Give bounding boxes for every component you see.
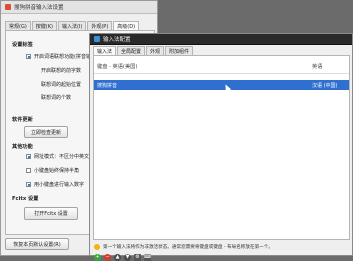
move-down-icon[interactable]: ▼ — [124, 254, 131, 261]
check-update-button[interactable]: 立即检查更新 — [24, 126, 68, 138]
option-url-mode[interactable]: 网址模式：不区分中英文 — [26, 153, 89, 160]
option-numpad-halfwidth[interactable]: 小键盘始终保持半角 — [26, 167, 79, 174]
hint-text: 第一个输入法将作为非激活状态。通常您需要将键盘或键盘 - 布局名称放在第一个。 — [103, 245, 273, 250]
option-association-start: 开启联想的前字数 — [41, 67, 81, 74]
input-config-title: 输入法配置 — [103, 37, 131, 43]
checkbox-icon[interactable] — [26, 54, 31, 59]
checkbox-icon[interactable] — [26, 154, 31, 159]
column-header-name[interactable]: 键盘 - 英语(美国) — [97, 63, 137, 70]
list-item-sogou[interactable]: 搜狗拼音 汉语 (中国) — [94, 80, 349, 90]
section-update-title: 软件更新 — [12, 117, 33, 123]
list-item-name: 搜狗拼音 — [97, 82, 118, 89]
input-config-titlebar[interactable]: 输入法配置 — [90, 34, 352, 45]
option-association-position: 联想词的起始位置 — [41, 81, 81, 88]
configure-icon[interactable]: ⚙ — [134, 254, 141, 261]
keyboard-layout-icon[interactable]: ⌨ — [144, 254, 151, 261]
info-icon — [94, 244, 100, 250]
option-label: 开启联想的前字数 — [41, 68, 82, 74]
section-fcitx-title: Fcitx 设置 — [12, 196, 39, 202]
checkbox-icon[interactable] — [26, 182, 31, 187]
remove-icon[interactable]: − — [104, 254, 111, 261]
header-divider — [94, 73, 349, 74]
checkbox-icon[interactable] — [26, 168, 31, 173]
sogou-settings-title: 搜狗拼音输入法设置 — [14, 5, 64, 11]
sogou-app-icon — [5, 4, 11, 10]
input-method-config-window: 输入法配置 输入法 全局配置 外观 附加组件 键盘 - 英语(美国) 英语 搜狗… — [89, 33, 353, 261]
add-icon[interactable]: + — [94, 254, 101, 261]
option-word-association[interactable]: 开启词语联想功能(拼音输入) — [26, 53, 98, 60]
hint-row: 第一个输入法将作为非激活状态。通常您需要将键盘或键盘 - 布局名称放在第一个。 — [94, 244, 273, 250]
option-label: 联想词的起始位置 — [41, 82, 82, 88]
section-other-title: 其他功能 — [12, 144, 33, 150]
open-fcitx-settings-button[interactable]: 打开Fcitx 设置 — [24, 207, 78, 220]
fcitx-app-icon — [94, 36, 100, 42]
option-numpad-digits[interactable]: 用小键盘进行输入数字 — [26, 181, 84, 188]
section-input-title: 设置标签 — [12, 42, 33, 48]
option-label: 小键盘始终保持半角 — [34, 168, 80, 174]
list-item-language: 汉语 (中国) — [312, 82, 338, 89]
input-config-toolbar: + − ▲ ▼ ⚙ ⌨ — [94, 254, 154, 261]
option-association-count: 联想词的个数 — [41, 94, 71, 101]
option-label: 网址模式：不区分中英文 — [34, 154, 90, 160]
input-method-list: 键盘 - 英语(美国) 英语 搜狗拼音 汉语 (中国) — [93, 55, 350, 240]
option-label: 用小键盘进行输入数字 — [34, 182, 85, 188]
restore-defaults-button[interactable]: 恢复本页默认设置(R) — [5, 238, 69, 250]
column-header-language[interactable]: 英语 — [312, 63, 322, 70]
move-up-icon[interactable]: ▲ — [114, 254, 121, 261]
sogou-settings-titlebar[interactable]: 搜狗拼音输入法设置 — [1, 1, 157, 14]
option-label: 联想词的个数 — [41, 95, 72, 101]
